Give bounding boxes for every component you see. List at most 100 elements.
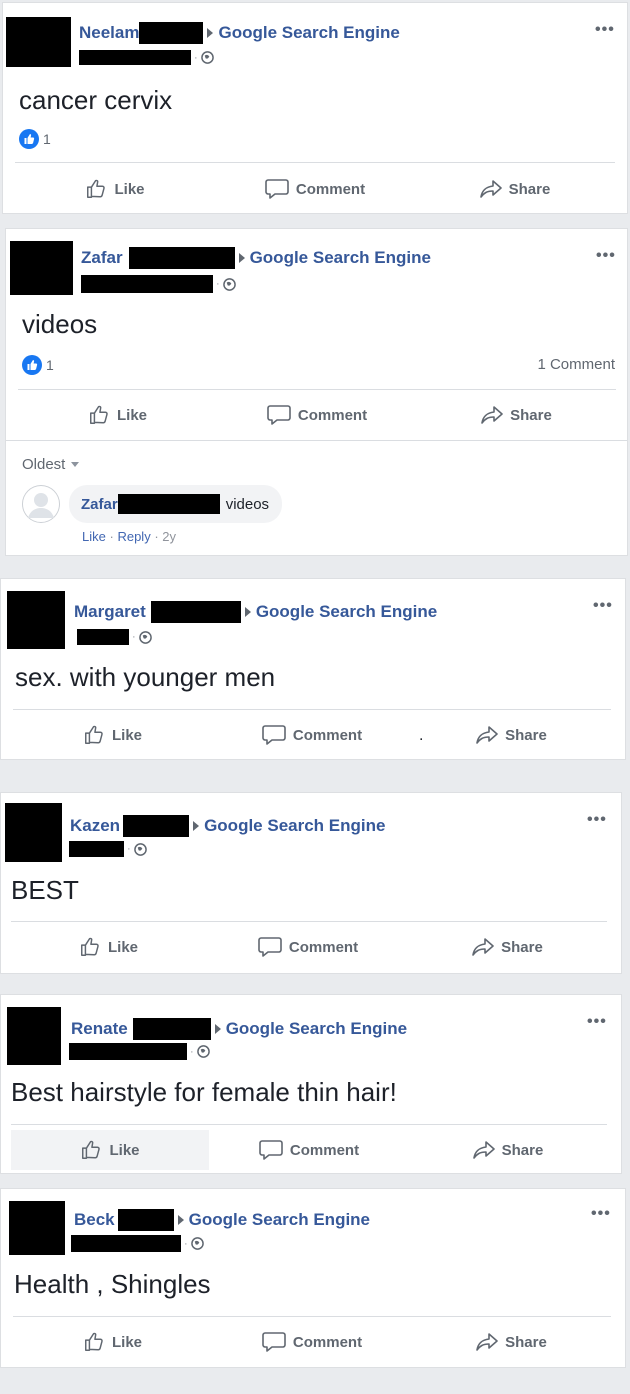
post-text: Best hairstyle for female thin hair! — [11, 1077, 397, 1107]
like-button[interactable]: Like — [13, 715, 212, 755]
divider — [13, 1316, 611, 1317]
share-button[interactable]: Share — [417, 395, 616, 435]
share-button[interactable]: Share — [412, 715, 611, 755]
author-avatar[interactable] — [10, 241, 73, 295]
share-label: Share — [510, 406, 552, 424]
globe-icon[interactable] — [138, 630, 152, 644]
more-options-icon[interactable]: ••• — [587, 811, 607, 829]
comment-button[interactable]: Comment — [212, 1322, 412, 1362]
post-text: videos — [22, 309, 98, 339]
author-name[interactable]: Margaret — [74, 602, 146, 622]
share-label: Share — [505, 726, 547, 744]
author-avatar[interactable] — [7, 1007, 61, 1065]
thumbs-up-icon — [85, 725, 103, 744]
comment-sort-dropdown[interactable]: Oldest — [22, 456, 80, 473]
default-avatar-icon[interactable] — [22, 485, 60, 523]
globe-icon[interactable] — [133, 842, 147, 856]
comment-label: Comment — [297, 406, 368, 424]
share-label: Share — [501, 938, 543, 956]
more-options-icon[interactable]: ••• — [593, 597, 613, 615]
comment-button[interactable]: Comment — [209, 1130, 409, 1170]
more-options-icon[interactable]: ••• — [591, 1205, 611, 1223]
reaction-count[interactable]: 1 — [22, 355, 54, 375]
post-text: cancer cervix — [19, 85, 173, 115]
globe-icon[interactable] — [200, 51, 214, 64]
separator-dot: · — [132, 631, 136, 643]
divider — [11, 921, 607, 922]
like-reaction-icon — [19, 129, 39, 149]
globe-icon[interactable] — [196, 1045, 210, 1058]
author-name[interactable]: Kazen — [70, 816, 120, 836]
comment-button[interactable]: Comment — [215, 169, 415, 209]
like-button[interactable]: Like — [18, 395, 217, 435]
group-name[interactable]: Google Search Engine — [189, 1210, 370, 1230]
thumbs-up-icon — [87, 179, 106, 198]
share-label: Share — [505, 1333, 547, 1351]
author-name[interactable]: Neelam — [79, 23, 139, 43]
author-avatar[interactable] — [6, 17, 71, 67]
like-button[interactable]: Like — [9, 927, 208, 967]
comment-like-link[interactable]: Like — [82, 529, 106, 544]
redaction-bar — [77, 629, 129, 645]
arrow-right-icon — [214, 1024, 221, 1034]
comment-icon — [267, 405, 291, 425]
like-button[interactable]: Like — [11, 1130, 209, 1170]
more-options-icon[interactable]: ••• — [587, 1013, 607, 1031]
more-options-icon[interactable]: ••• — [596, 247, 616, 265]
globe-icon[interactable] — [222, 277, 236, 291]
thumbs-up-icon — [85, 1332, 103, 1351]
comment-author[interactable]: Zafar — [81, 496, 118, 513]
redaction-bar — [79, 50, 191, 65]
comment-button[interactable]: Comment — [217, 395, 417, 435]
group-name[interactable]: Google Search Engine — [256, 602, 437, 622]
share-label: Share — [501, 1141, 544, 1159]
author-avatar[interactable] — [9, 1201, 65, 1255]
share-icon — [479, 180, 502, 198]
share-button[interactable]: Share — [415, 169, 615, 209]
arrow-right-icon — [244, 607, 251, 617]
separator-dot: · — [194, 51, 198, 64]
share-button[interactable]: Share — [409, 1130, 607, 1170]
share-icon — [476, 1333, 498, 1351]
share-icon — [476, 726, 498, 744]
thumbs-up-icon — [81, 937, 99, 956]
caret-down-icon — [71, 462, 80, 467]
comment-age[interactable]: 2y — [162, 529, 176, 544]
author-avatar[interactable] — [7, 591, 65, 649]
arrow-right-icon — [177, 1215, 184, 1225]
reaction-count[interactable]: 1 — [19, 129, 51, 149]
globe-icon[interactable] — [190, 1237, 204, 1250]
like-label: Like — [116, 406, 147, 424]
comment-button[interactable]: Comment — [212, 715, 412, 755]
post-text: BEST — [11, 875, 79, 905]
arrow-right-icon — [238, 253, 245, 263]
author-name[interactable]: Beck — [74, 1210, 115, 1230]
comment-reply-link[interactable]: Reply — [117, 529, 150, 544]
separator-dot: · — [190, 1045, 194, 1058]
share-button[interactable]: Share — [412, 1322, 611, 1362]
group-name[interactable]: Google Search Engine — [250, 248, 431, 268]
separator-dot: · — [216, 278, 220, 290]
author-avatar[interactable] — [5, 803, 62, 862]
more-options-icon[interactable]: ••• — [595, 21, 615, 39]
comment-icon — [262, 1332, 286, 1352]
share-icon — [472, 1141, 495, 1159]
group-name[interactable]: Google Search Engine — [226, 1019, 407, 1039]
comment-count[interactable]: 1 Comment — [537, 356, 615, 373]
arrow-right-icon — [207, 28, 214, 38]
comment-icon — [258, 937, 282, 957]
like-button[interactable]: Like — [15, 169, 215, 209]
share-button[interactable]: Share — [408, 927, 607, 967]
group-name[interactable]: Google Search Engine — [204, 816, 385, 836]
redaction-bar — [139, 22, 204, 44]
author-name[interactable]: Renate — [71, 1019, 128, 1039]
comment-icon — [265, 179, 289, 199]
author-name[interactable]: Zafar — [81, 248, 123, 268]
divider — [18, 389, 616, 390]
comment-button[interactable]: Comment — [208, 927, 408, 967]
redaction-bar — [81, 275, 213, 293]
thumbs-up-icon — [82, 1140, 101, 1159]
group-name[interactable]: Google Search Engine — [218, 23, 399, 43]
like-button[interactable]: Like — [13, 1322, 212, 1362]
comment-text: videos — [225, 495, 270, 513]
